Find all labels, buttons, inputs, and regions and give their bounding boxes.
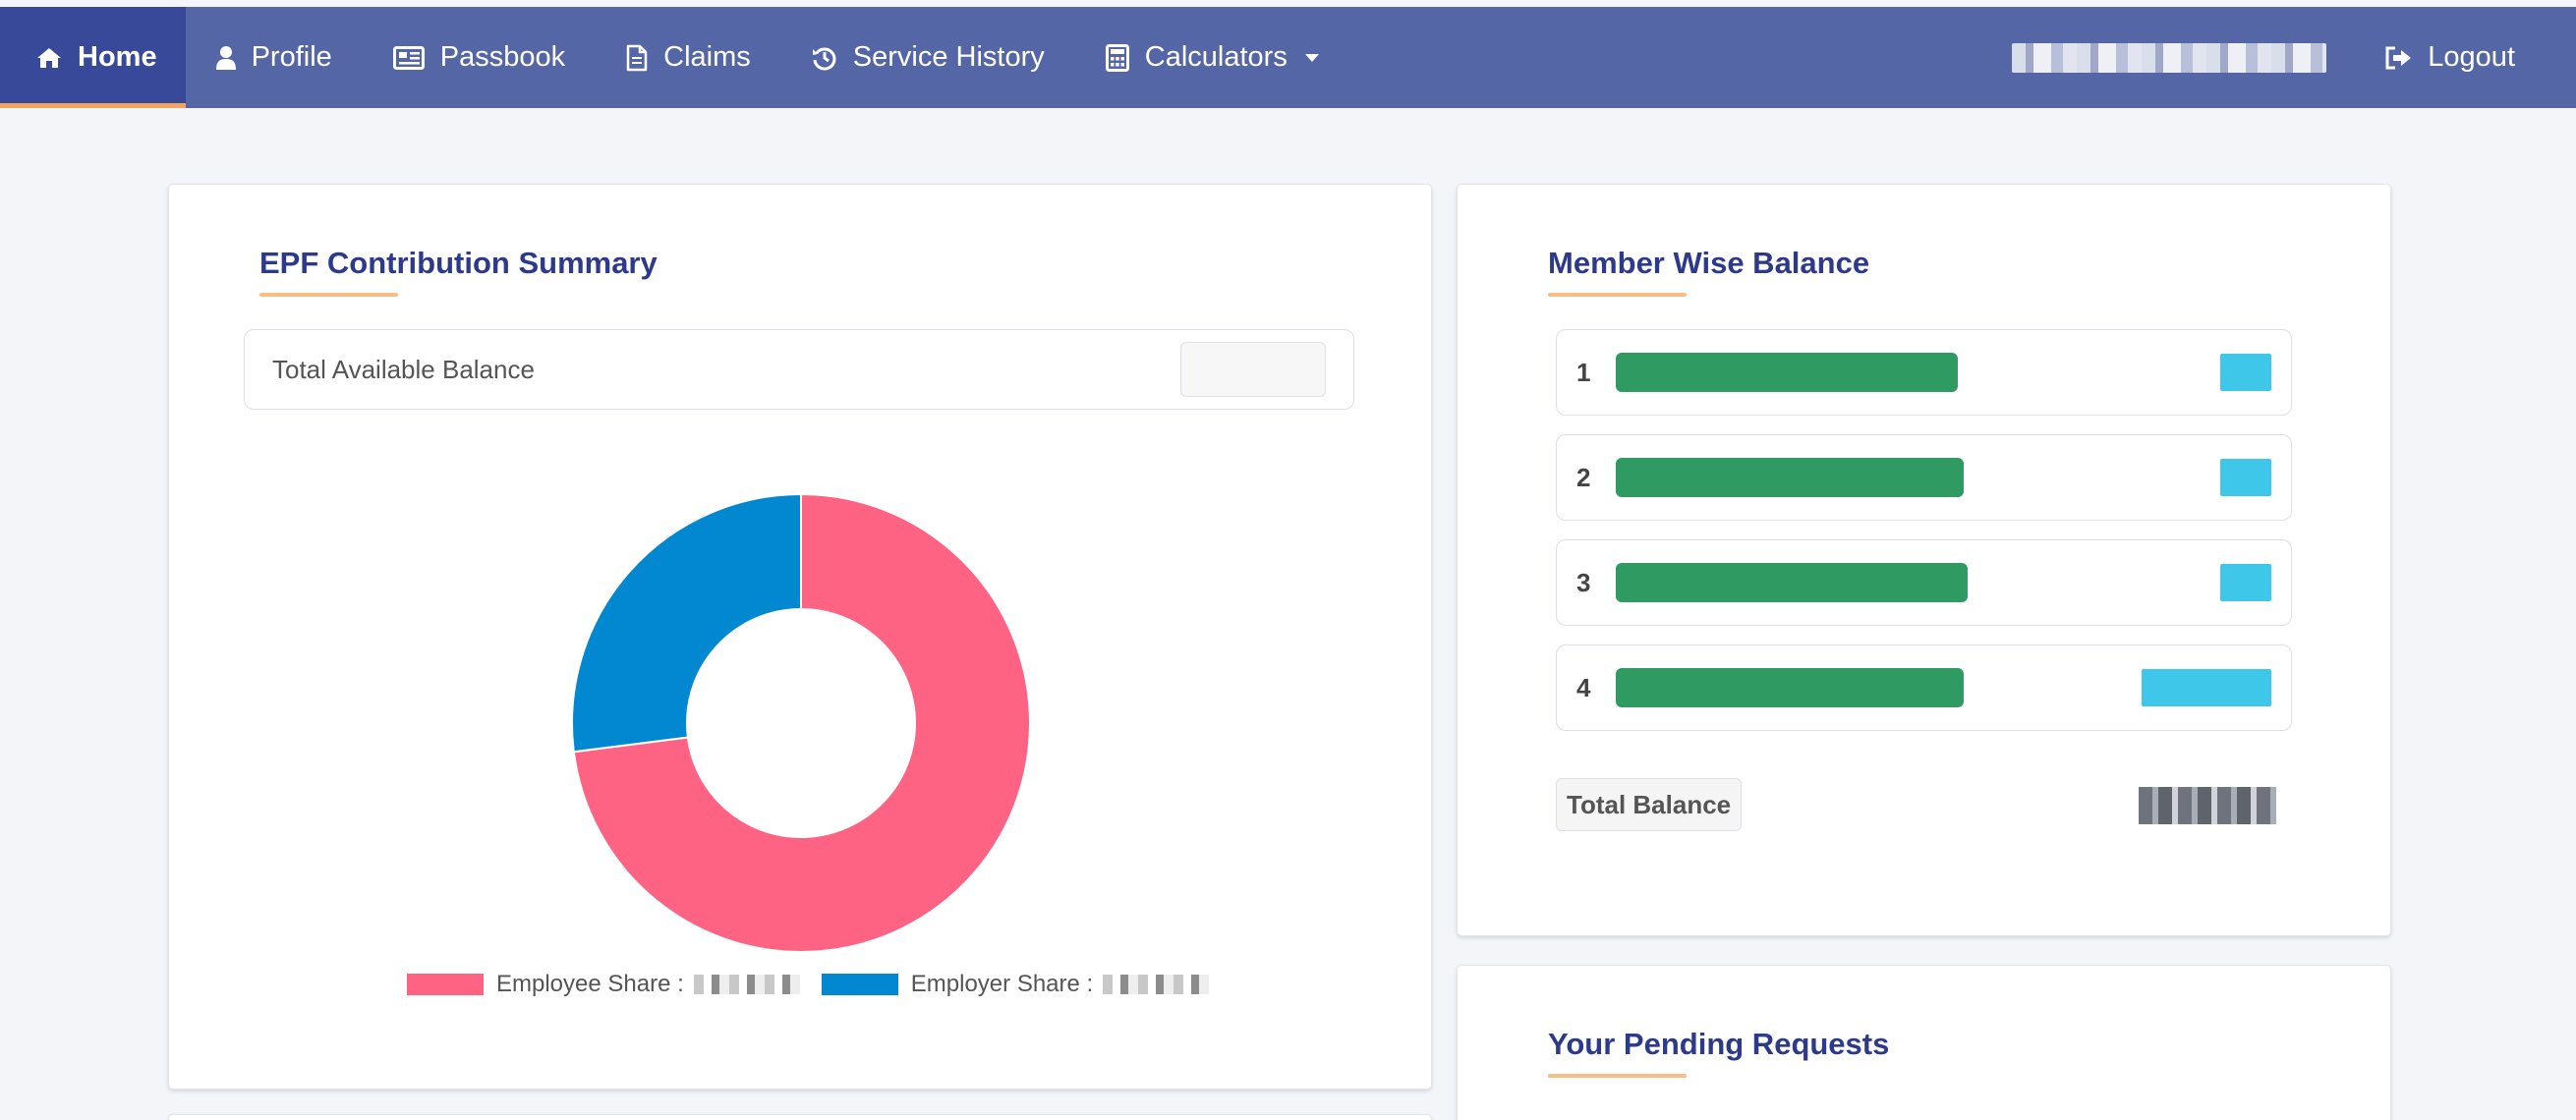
legend-employer-value-redacted — [1103, 975, 1210, 994]
member-row[interactable]: 4 — [1556, 644, 2292, 731]
nav-service-history-label: Service History — [852, 41, 1045, 73]
user-name-redacted — [2012, 42, 2327, 73]
total-balance-label: Total Balance — [1556, 778, 1743, 831]
nav-profile-label: Profile — [251, 41, 332, 73]
logout-label: Logout — [2428, 41, 2515, 73]
nav-home[interactable]: Home — [0, 7, 186, 108]
balance-value-redacted — [1180, 342, 1326, 397]
member-row[interactable]: 2 — [1556, 434, 2292, 521]
member-row[interactable]: 3 — [1556, 539, 2292, 626]
member-index: 1 — [1576, 357, 1591, 387]
top-navbar: Home Profile Passbook Claims Service His… — [0, 7, 2576, 108]
card-title: EPF Contribution Summary — [259, 246, 658, 280]
home-icon — [36, 47, 62, 69]
chart-legend: Employee Share : Employer Share : — [407, 971, 1231, 998]
title-underline — [259, 293, 398, 297]
nav-claims[interactable]: Claims — [596, 7, 781, 108]
nav-home-label: Home — [78, 41, 157, 73]
member-index: 4 — [1576, 672, 1591, 702]
nav-service-history[interactable]: Service History — [781, 7, 1075, 108]
lower-left-card — [168, 1114, 1432, 1120]
member-balance-redacted — [2220, 564, 2271, 601]
member-balance-redacted — [2142, 669, 2271, 706]
epf-summary-card: EPF Contribution Summary Total Available… — [168, 184, 1432, 1090]
user-icon — [215, 45, 236, 70]
member-balance-redacted — [2220, 459, 2271, 496]
nav-profile[interactable]: Profile — [186, 7, 363, 108]
legend-employer-label: Employer Share : — [910, 971, 1094, 997]
nav-claims-label: Claims — [663, 41, 751, 73]
card-title: Your Pending Requests — [1548, 1027, 1890, 1061]
logout-icon — [2384, 46, 2412, 70]
member-balance-redacted — [2220, 354, 2271, 391]
card-title: Member Wise Balance — [1548, 246, 1870, 280]
nav-calculators-dropdown[interactable]: Calculators — [1075, 7, 1349, 108]
member-name-redacted — [1616, 668, 1964, 707]
legend-swatch-employer — [821, 974, 898, 995]
member-wise-balance-card: Member Wise Balance 1 2 3 4 Total Balanc… — [1457, 184, 2391, 936]
legend-employee-share[interactable]: Employee Share : — [407, 971, 800, 998]
total-balance-value-redacted — [2139, 787, 2276, 824]
member-name-redacted — [1616, 458, 1964, 497]
contribution-donut-chart — [570, 492, 1032, 959]
logout-button[interactable]: Logout — [2354, 7, 2576, 108]
member-row[interactable]: 1 — [1556, 329, 2292, 416]
member-name-redacted — [1616, 563, 1968, 602]
chevron-down-icon — [1304, 53, 1319, 62]
nav-passbook[interactable]: Passbook — [363, 7, 596, 108]
document-icon — [626, 44, 648, 72]
title-underline — [1548, 293, 1687, 297]
member-index: 2 — [1576, 462, 1591, 492]
passbook-icon — [392, 45, 425, 70]
total-available-balance-box: Total Available Balance — [244, 329, 1354, 410]
history-icon — [812, 45, 837, 71]
donut-slice-employer-share[interactable] — [571, 492, 802, 754]
legend-swatch-employee — [407, 974, 484, 995]
legend-employer-share[interactable]: Employer Share : — [821, 971, 1210, 998]
member-index: 3 — [1576, 567, 1591, 597]
member-name-redacted — [1616, 353, 1958, 392]
nav-passbook-label: Passbook — [439, 41, 566, 73]
balance-label: Total Available Balance — [272, 354, 535, 384]
title-underline — [1548, 1074, 1687, 1078]
calculator-icon — [1105, 43, 1129, 72]
nav-calculators-label: Calculators — [1144, 41, 1288, 73]
pending-requests-card: Your Pending Requests — [1457, 965, 2391, 1120]
legend-employee-label: Employee Share : — [496, 971, 684, 997]
legend-employee-value-redacted — [693, 975, 800, 994]
